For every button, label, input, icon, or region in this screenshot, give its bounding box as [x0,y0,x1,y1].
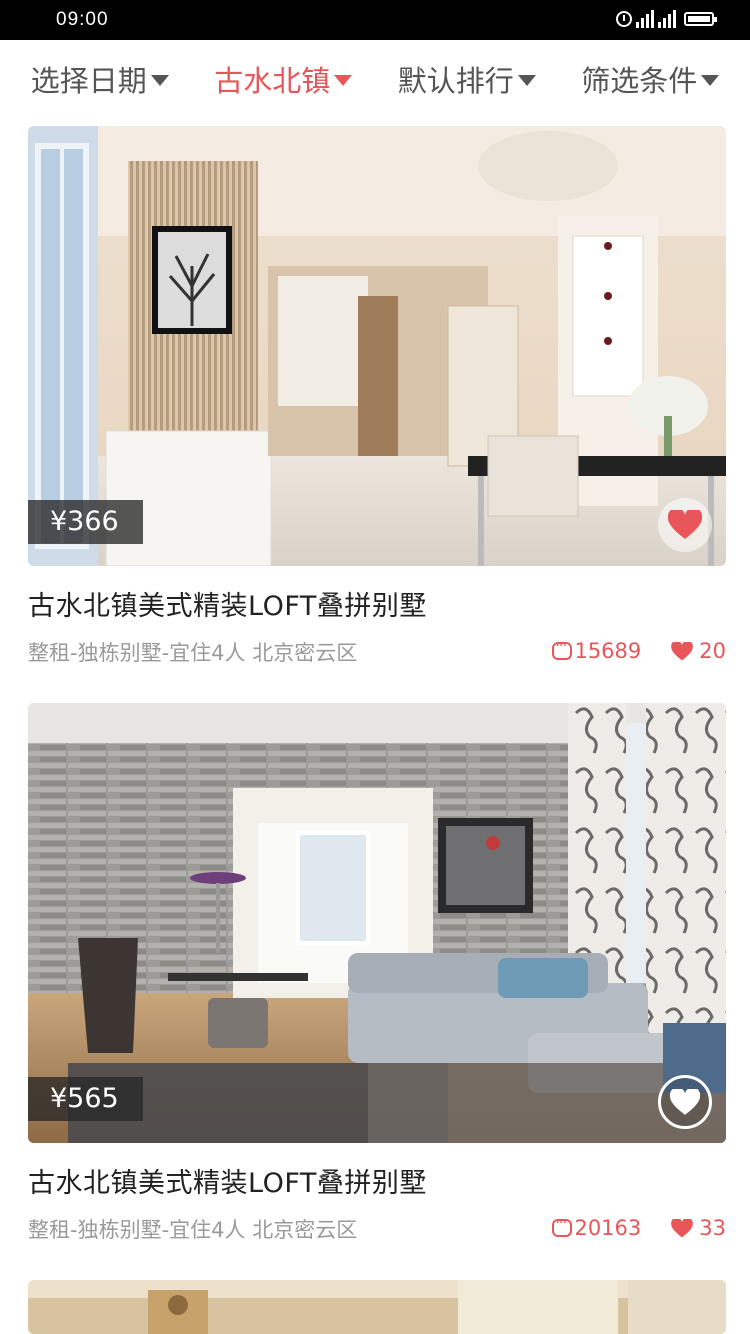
signal-icon [636,10,654,28]
favorite-button[interactable] [658,498,712,552]
filter-sort-label: 默认排行 [397,64,514,98]
filter-date[interactable]: 选择日期 [31,58,169,100]
alarm-icon [616,11,632,27]
listing-stats: 20163 33 [552,1215,726,1240]
filter-date-label: 选择日期 [30,64,147,98]
filter-location-label: 古水北镇 [214,64,331,98]
price-tag: ¥366 [28,500,143,544]
listing-title[interactable]: 古水北镇美式精装LOFT叠拼别墅 [28,584,726,623]
favorite-button[interactable] [658,1075,712,1129]
status-icons [616,10,717,28]
status-bar: 09:00 [0,0,750,40]
signal-icon [658,10,676,28]
caret-down-icon [517,74,536,86]
listing-meta: 整租-独栋别墅-宜住4人 北京密云区 20163 33 [28,1214,726,1246]
listing-photo[interactable] [28,1280,726,1334]
heart-icon [668,510,702,539]
price-tag: ¥565 [28,1077,143,1121]
battery-icon [684,12,717,26]
heart-icon [670,1088,700,1115]
listing-info: 整租-独栋别墅-宜住4人 北京密云区 [28,1218,358,1242]
heart-icon [671,1218,694,1238]
listing-photo[interactable]: ¥565 [28,703,726,1143]
like-count: 33 [699,1216,726,1240]
caret-down-icon [150,74,169,86]
listing-stats: 15689 20 [552,638,726,663]
comment-icon [552,1215,573,1237]
listing-card[interactable]: ¥565 古水北镇美式精装LOFT叠拼别墅 整租-独栋别墅-宜住4人 北京密云区… [28,703,726,1246]
comment-icon [552,638,573,660]
filter-bar: 选择日期 古水北镇 默认排行 筛选条件 [0,40,750,118]
listing-card[interactable]: ¥366 古水北镇美式精装LOFT叠拼别墅 整租-独栋别墅-宜住4人 北京密云区… [28,126,726,669]
filter-conditions-label: 筛选条件 [581,64,698,98]
caret-down-icon [701,74,720,86]
filter-conditions[interactable]: 筛选条件 [581,58,720,100]
listing-info: 整租-独栋别墅-宜住4人 北京密云区 [28,641,358,665]
filter-location[interactable]: 古水北镇 [214,58,353,100]
listing-title[interactable]: 古水北镇美式精装LOFT叠拼别墅 [28,1161,726,1200]
listing-card[interactable] [28,1280,726,1334]
room-photo-image [28,1280,726,1334]
listing-photo[interactable]: ¥366 [28,126,726,566]
filter-sort[interactable]: 默认排行 [398,58,536,100]
heart-icon [671,641,694,661]
listing-meta: 整租-独栋别墅-宜住4人 北京密云区 15689 20 [28,637,726,669]
comment-count: 15689 [574,639,642,663]
status-time: 09:00 [56,9,109,30]
comment-count: 20163 [574,1216,642,1240]
like-count: 20 [699,639,726,663]
caret-down-icon [334,74,353,86]
